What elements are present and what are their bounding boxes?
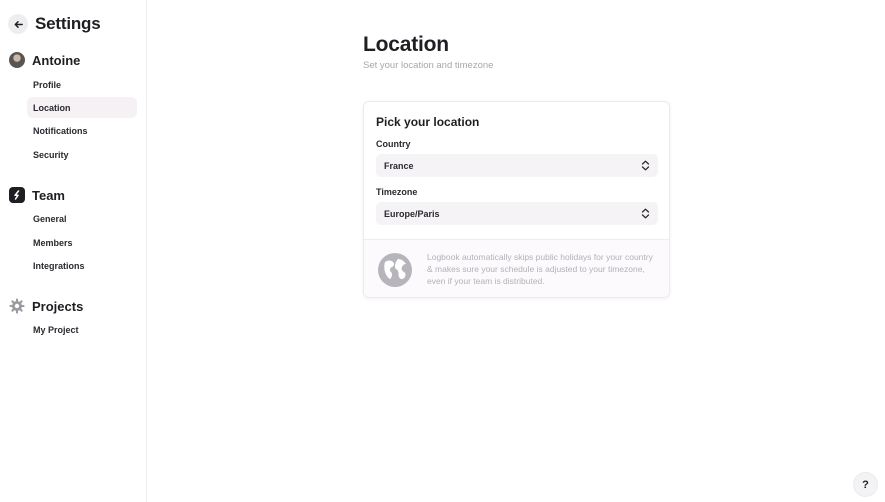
page-subtitle: Set your location and timezone	[363, 60, 494, 71]
team-logo-icon	[9, 187, 25, 203]
gear-icon	[9, 298, 25, 314]
location-card: Pick your location Country France Timezo…	[363, 101, 670, 298]
card-title: Pick your location	[376, 115, 480, 129]
help-label: ?	[862, 478, 869, 491]
timezone-label: Timezone	[376, 187, 418, 197]
chevron-up-down-icon	[641, 208, 650, 219]
globe-icon	[378, 253, 412, 287]
avatar	[9, 52, 25, 68]
card-footer: Logbook automatically skips public holid…	[364, 239, 669, 297]
user-name: Antoine	[32, 52, 81, 68]
country-select[interactable]: France	[376, 154, 658, 177]
back-button[interactable]	[8, 14, 28, 34]
projects-section-header: Projects	[9, 298, 83, 314]
arrow-left-icon	[14, 20, 23, 28]
projects-name: Projects	[32, 298, 84, 314]
sidebar-item-profile[interactable]: Profile	[27, 74, 137, 95]
team-name: Team	[32, 187, 65, 203]
timezone-select[interactable]: Europe/Paris	[376, 202, 658, 225]
page-title: Location	[363, 33, 449, 56]
sidebar-item-location[interactable]: Location	[27, 97, 137, 118]
sidebar-header: Settings	[8, 14, 101, 34]
sidebar-item-label: Profile	[33, 79, 62, 90]
sidebar-item-label: Integrations	[33, 260, 85, 271]
sidebar-item-label: Location	[33, 102, 71, 113]
country-label: Country	[376, 139, 411, 149]
sidebar-item-label: Notifications	[33, 125, 88, 136]
footer-info-text: Logbook automatically skips public holid…	[427, 252, 653, 286]
sidebar-item-label: General	[33, 213, 67, 224]
sidebar-item-security[interactable]: Security	[27, 144, 137, 165]
sidebar-item-my-project[interactable]: My Project	[27, 319, 137, 340]
sidebar-item-label: My Project	[33, 324, 79, 335]
timezone-value: Europe/Paris	[384, 208, 440, 219]
sidebar-title: Settings	[35, 14, 101, 33]
user-section-header: Antoine	[9, 52, 80, 68]
help-button[interactable]: ?	[853, 472, 878, 497]
chevron-up-down-icon	[641, 160, 650, 171]
sidebar-item-label: Members	[33, 237, 73, 248]
sidebar: Settings Antoine Profile Location Notifi…	[0, 0, 147, 502]
sidebar-item-notifications[interactable]: Notifications	[27, 120, 137, 141]
team-section-header: Team	[9, 187, 65, 203]
sidebar-item-general[interactable]: General	[27, 208, 137, 229]
country-value: France	[384, 160, 414, 171]
sidebar-item-label: Security	[33, 149, 69, 160]
sidebar-item-members[interactable]: Members	[27, 232, 137, 253]
sidebar-item-integrations[interactable]: Integrations	[27, 255, 137, 276]
